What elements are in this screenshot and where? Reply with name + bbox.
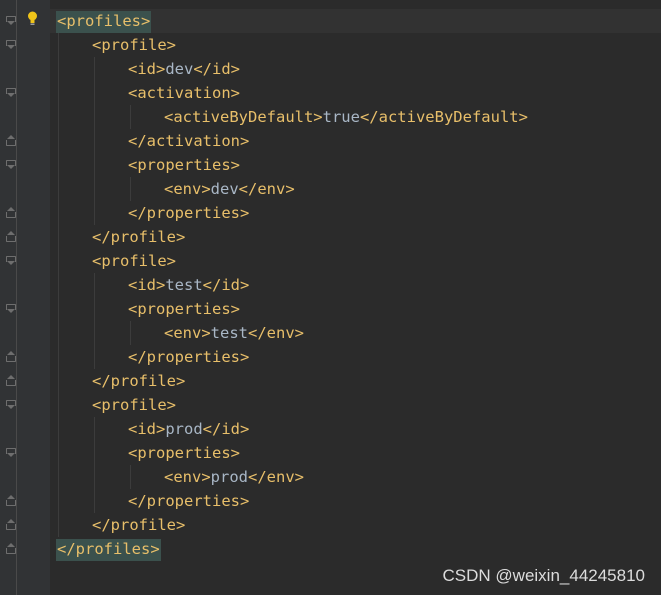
fold-open-icon[interactable] <box>6 88 16 97</box>
xml-tag: <properties> <box>128 300 240 318</box>
code-line: <profile> <box>92 33 176 57</box>
watermark: CSDN @weixin_44245810 <box>442 566 645 585</box>
indent-guide <box>130 465 131 489</box>
xml-tag: <activeByDefault> <box>164 108 323 126</box>
xml-value: prod <box>210 468 248 486</box>
fold-open-icon[interactable] <box>6 304 16 313</box>
xml-tag: <id> <box>128 420 166 438</box>
xml-tag: </activation> <box>128 132 250 150</box>
code-line: <profiles> <box>56 9 152 33</box>
xml-value: true <box>322 108 360 126</box>
xml-value: prod <box>165 420 203 438</box>
code-line: </profile> <box>92 225 185 249</box>
xml-tag: </profile> <box>92 228 186 246</box>
xml-value: dev <box>210 180 239 198</box>
fold-close-icon[interactable] <box>6 375 16 386</box>
xml-tag: </properties> <box>128 204 250 222</box>
indent-guide <box>130 321 131 345</box>
fold-open-icon[interactable] <box>6 400 16 409</box>
code-line: </profile> <box>92 513 185 537</box>
xml-tag: </id> <box>202 420 250 438</box>
code-line: <properties> <box>128 153 240 177</box>
xml-tag: <activation> <box>128 84 240 102</box>
code-line: <id>prod</id> <box>128 417 249 441</box>
xml-tag: <profile> <box>92 396 176 414</box>
xml-value: dev <box>165 60 194 78</box>
code-line: <properties> <box>128 441 240 465</box>
code-line: <properties> <box>128 297 240 321</box>
xml-tag: <id> <box>128 276 166 294</box>
xml-tag: <env> <box>164 468 211 486</box>
code-line: </properties> <box>128 489 249 513</box>
xml-tag: </id> <box>202 276 250 294</box>
fold-close-icon[interactable] <box>6 543 16 554</box>
xml-tag: </env> <box>248 468 304 486</box>
indent-guide <box>94 417 95 513</box>
code-line: </profiles> <box>56 537 161 561</box>
lightbulb-icon[interactable] <box>27 11 38 26</box>
xml-tag: </properties> <box>128 492 250 510</box>
xml-tag: </env> <box>238 180 295 198</box>
code-line: <env>test</env> <box>164 321 304 345</box>
xml-tag: </id> <box>193 60 240 78</box>
gutter-divider <box>16 0 17 595</box>
code-line: </profile> <box>92 369 185 393</box>
code-line: <profile> <box>92 393 176 417</box>
xml-tag: </activeByDefault> <box>359 108 528 126</box>
fold-close-icon[interactable] <box>6 207 16 218</box>
editor-gutter <box>0 0 50 595</box>
code-line: <activation> <box>128 81 240 105</box>
indent-guide <box>130 105 131 129</box>
fold-close-icon[interactable] <box>6 351 16 362</box>
code-line: <id>test</id> <box>128 273 249 297</box>
xml-tag: <profile> <box>92 252 176 270</box>
xml-tag: <properties> <box>128 444 240 462</box>
code-line: <profile> <box>92 249 176 273</box>
xml-tag: </properties> <box>128 348 250 366</box>
xml-tag: <properties> <box>128 156 240 174</box>
xml-value: test <box>210 324 248 342</box>
code-line: </properties> <box>128 345 249 369</box>
code-line: </properties> <box>128 201 249 225</box>
indent-guide <box>130 177 131 201</box>
code-line: <env>prod</env> <box>164 465 304 489</box>
indent-guide <box>58 33 59 537</box>
fold-open-icon[interactable] <box>6 256 16 265</box>
fold-close-icon[interactable] <box>6 495 16 506</box>
xml-tag: <id> <box>128 60 166 78</box>
fold-close-icon[interactable] <box>6 231 16 242</box>
xml-value: test <box>165 276 203 294</box>
xml-tag: <env> <box>164 324 211 342</box>
xml-tag: </profile> <box>92 516 186 534</box>
xml-tag: <profiles> <box>56 11 152 33</box>
code-line: <id>dev</id> <box>128 57 240 81</box>
fold-open-icon[interactable] <box>6 40 16 49</box>
xml-tag: </profile> <box>92 372 186 390</box>
fold-close-icon[interactable] <box>6 135 16 146</box>
fold-open-icon[interactable] <box>6 160 16 169</box>
indent-guide <box>94 273 95 369</box>
code-line: <activeByDefault>true</activeByDefault> <box>164 105 528 129</box>
code-line: </activation> <box>128 129 249 153</box>
code-editor[interactable]: <profiles> <profile> <id>dev</id> <activati… <box>50 0 661 595</box>
fold-open-icon[interactable] <box>6 16 16 25</box>
fold-close-icon[interactable] <box>6 519 16 530</box>
code-line: <env>dev</env> <box>164 177 295 201</box>
xml-tag: <profile> <box>92 36 176 54</box>
xml-tag: <env> <box>164 180 211 198</box>
fold-open-icon[interactable] <box>6 448 16 457</box>
xml-tag: </env> <box>248 324 304 342</box>
xml-tag: </profiles> <box>56 539 161 561</box>
indent-guide <box>94 57 95 225</box>
